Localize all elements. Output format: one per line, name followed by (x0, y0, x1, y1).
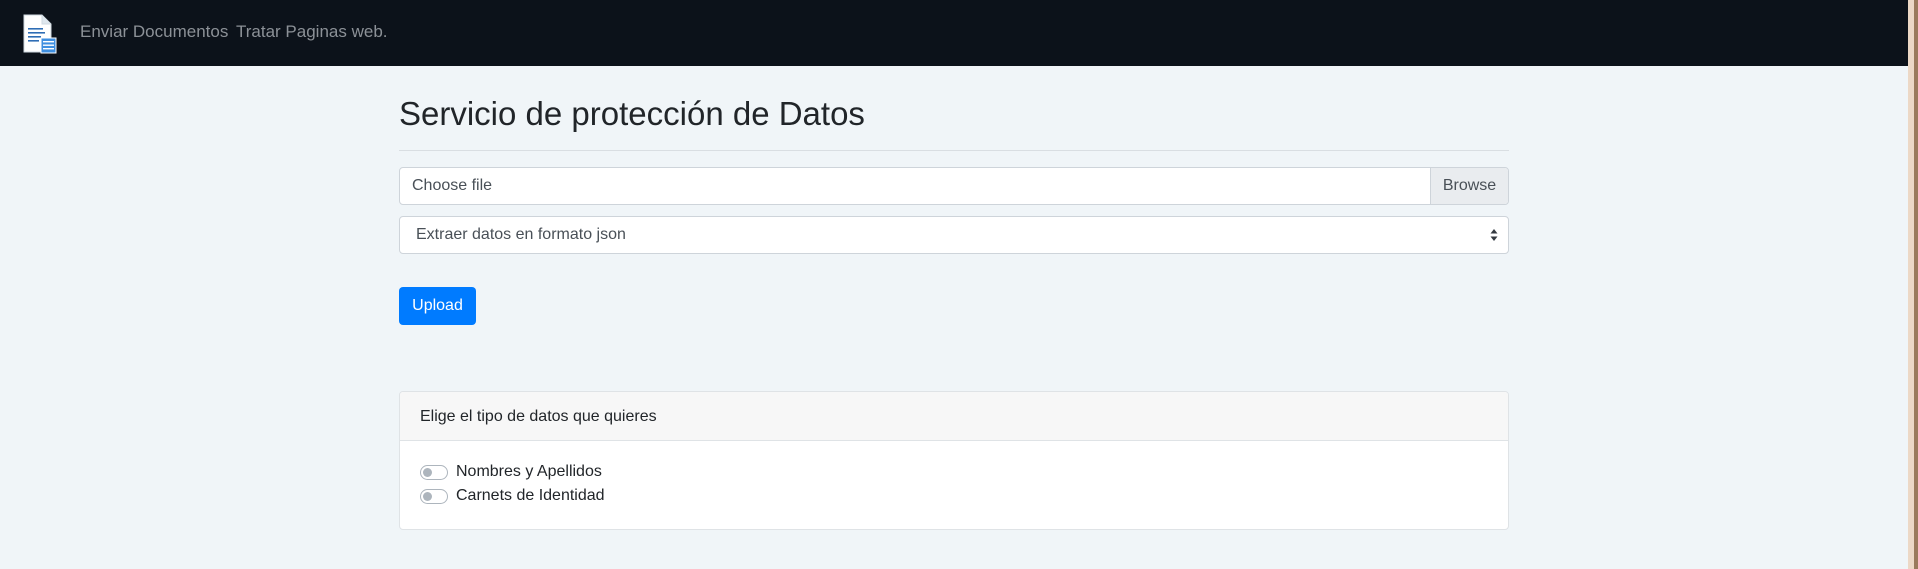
switch-nombres-apellidos[interactable]: Nombres y Apellidos (420, 462, 602, 482)
format-select[interactable]: Extraer datos en formato json (399, 216, 1509, 254)
toggle-switch[interactable] (420, 488, 448, 504)
document-icon[interactable] (22, 14, 58, 54)
browse-button[interactable]: Browse (1430, 168, 1508, 204)
file-input-label: Choose file (412, 177, 493, 194)
data-type-card: Elige el tipo de datos que quieres Nombr… (399, 391, 1509, 530)
title-divider (399, 150, 1509, 151)
toggle-knob (423, 491, 432, 501)
card-header: Elige el tipo de datos que quieres (400, 392, 1508, 441)
page-title: Servicio de protección de Datos (399, 95, 865, 132)
format-select-value: Extraer datos en formato json (416, 226, 626, 243)
nav-link-enviar-documentos[interactable]: Enviar Documentos (80, 22, 228, 42)
switch-carnets-identidad[interactable]: Carnets de Identidad (420, 486, 605, 506)
file-input[interactable]: Choose file Browse (399, 167, 1509, 205)
switch-label[interactable]: Nombres y Apellidos (456, 463, 602, 481)
nav-link-tratar-paginas-web[interactable]: Tratar Paginas web. (236, 22, 388, 42)
window-edge (1908, 0, 1918, 569)
toggle-switch[interactable] (420, 464, 448, 480)
upload-button[interactable]: Upload (399, 287, 476, 325)
top-navbar: Enviar Documentos Tratar Paginas web. (0, 0, 1908, 66)
select-caret-icon (1490, 229, 1498, 241)
toggle-knob (423, 467, 432, 477)
card-title: Elige el tipo de datos que quieres (420, 408, 657, 425)
switch-label[interactable]: Carnets de Identidad (456, 487, 605, 505)
